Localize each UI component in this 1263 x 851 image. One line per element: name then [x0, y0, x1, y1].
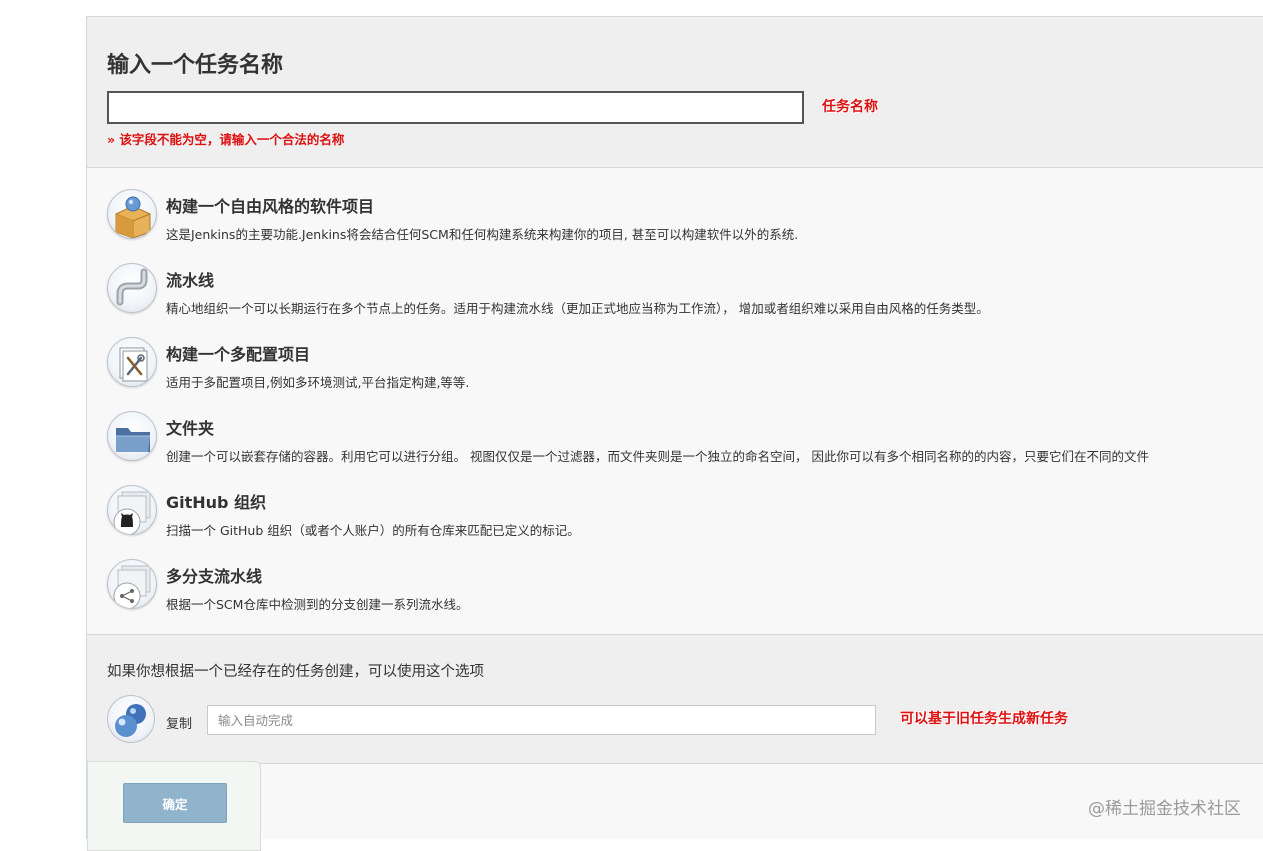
item-type-desc: 精心地组织一个可以长期运行在多个节点上的任务。适用于构建流水线（更加正式地应当称…	[166, 301, 989, 316]
copy-job-icon	[107, 695, 155, 743]
item-type-title: GitHub 组织	[166, 493, 267, 512]
name-annotation: 任务名称	[822, 99, 878, 115]
item-type-title: 流水线	[166, 271, 215, 290]
item-type-title: 构建一个自由风格的软件项目	[166, 197, 375, 216]
item-type-multi-config[interactable]: 构建一个多配置项目 适用于多配置项目,例如多环境测试,平台指定构建,等等.	[107, 317, 1263, 390]
copy-heading: 如果你想根据一个已经存在的任务创建，可以使用这个选项	[107, 664, 484, 680]
copy-label: 复制	[166, 717, 193, 732]
page-title: 输入一个任务名称	[107, 53, 284, 78]
multi-config-icon	[107, 337, 157, 387]
item-type-desc: 这是Jenkins的主要功能.Jenkins将会结合任何SCM和任何构建系统来构…	[166, 227, 799, 242]
validation-error: » 该字段不能为空，请输入一个合法的名称	[107, 132, 345, 147]
item-type-desc: 适用于多配置项目,例如多环境测试,平台指定构建,等等.	[166, 375, 470, 390]
copy-from-section: 如果你想根据一个已经存在的任务创建，可以使用这个选项 复制 可以基于旧任务生成新…	[87, 634, 1263, 764]
item-name-section: 输入一个任务名称 任务名称 » 该字段不能为空，请输入一个合法的名称	[87, 17, 1263, 168]
copy-annotation: 可以基于旧任务生成新任务	[900, 711, 1068, 727]
new-item-panel: 输入一个任务名称 任务名称 » 该字段不能为空，请输入一个合法的名称 构建一个自…	[86, 16, 1263, 851]
item-type-desc: 根据一个SCM仓库中检测到的分支创建一系列流水线。	[166, 597, 469, 612]
item-type-desc: 创建一个可以嵌套存储的容器。利用它可以进行分组。 视图仅仅是一个过滤器，而文件夹…	[166, 449, 1149, 464]
item-name-input[interactable]	[107, 91, 804, 124]
ok-button[interactable]: 确定	[123, 783, 227, 823]
watermark: @稀土掘金技术社区	[1088, 799, 1241, 819]
item-type-title: 文件夹	[166, 419, 215, 438]
folder-icon	[107, 411, 157, 461]
item-type-desc: 扫描一个 GitHub 组织（或者个人账户）的所有仓库来匹配已定义的标记。	[166, 523, 580, 538]
package-box-icon	[107, 189, 157, 239]
item-type-github-org[interactable]: GitHub 组织 扫描一个 GitHub 组织（或者个人账户）的所有仓库来匹配…	[107, 465, 1263, 538]
item-type-title: 多分支流水线	[166, 567, 263, 586]
pipeline-icon	[107, 263, 157, 313]
item-type-multibranch[interactable]: 多分支流水线 根据一个SCM仓库中检测到的分支创建一系列流水线。	[107, 539, 1263, 612]
multibranch-icon	[107, 559, 157, 609]
item-type-freestyle[interactable]: 构建一个自由风格的软件项目 这是Jenkins的主要功能.Jenkins将会结合…	[107, 169, 1263, 242]
item-type-folder[interactable]: 文件夹 创建一个可以嵌套存储的容器。利用它可以进行分组。 视图仅仅是一个过滤器，…	[107, 391, 1263, 464]
copy-from-input[interactable]	[207, 705, 876, 735]
item-type-title: 构建一个多配置项目	[166, 345, 311, 364]
item-type-pipeline[interactable]: 流水线 精心地组织一个可以长期运行在多个节点上的任务。适用于构建流水线（更加正式…	[107, 243, 1263, 316]
github-org-icon	[107, 485, 157, 535]
footer-bar: 确定	[87, 761, 261, 851]
